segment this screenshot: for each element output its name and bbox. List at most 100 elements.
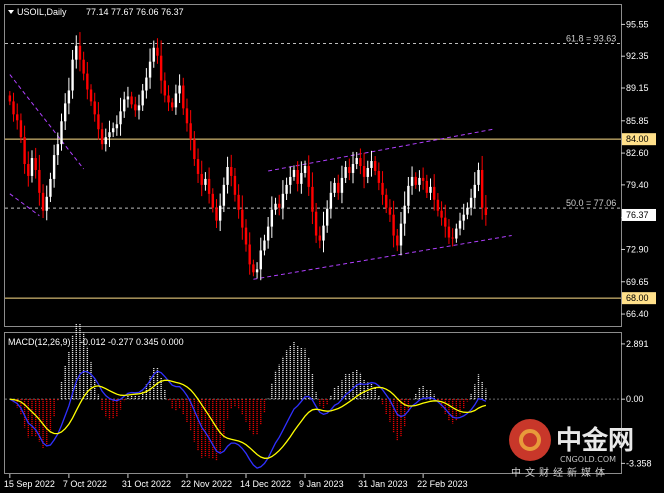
macd-axis-label: 0.00 <box>626 394 644 404</box>
candle-body <box>337 182 340 193</box>
main-panel-frame <box>4 4 622 327</box>
candle-body <box>215 207 218 221</box>
candle-body <box>303 166 307 173</box>
date-axis-label: 31 Oct 2022 <box>122 479 171 489</box>
price-axis-label: 95.55 <box>626 19 649 29</box>
date-axis-label: 22 Feb 2023 <box>417 479 468 489</box>
price-axis-label: 82.60 <box>626 148 649 158</box>
candle-body <box>178 85 181 94</box>
candle-body <box>340 177 344 193</box>
candle-body <box>115 124 119 129</box>
candle-body <box>436 199 440 211</box>
candle-body <box>167 95 170 103</box>
price-axis-label: 92.35 <box>626 51 649 61</box>
price-axis-label: 89.15 <box>626 83 649 93</box>
candle-body <box>285 184 288 194</box>
candle-body <box>351 164 355 173</box>
trend-channel-line <box>9 193 40 217</box>
ohlc-readout: 77.14 77.67 76.06 76.37 <box>86 7 184 17</box>
candle-body <box>204 178 207 185</box>
candle-body <box>462 214 465 221</box>
candle-body <box>156 47 159 56</box>
trend-channel-line <box>268 128 494 172</box>
price-axis-label: 79.40 <box>626 180 649 190</box>
candle-body <box>23 137 26 165</box>
candle-body <box>159 55 163 81</box>
candle-body <box>469 197 473 208</box>
candle-body <box>163 80 167 96</box>
candle-body <box>348 166 351 173</box>
candle-body <box>407 185 410 206</box>
candle-body <box>447 226 451 238</box>
candle-body <box>366 167 369 177</box>
candle-body <box>241 209 244 228</box>
candle-body <box>16 114 19 121</box>
candle-body <box>325 208 329 226</box>
date-axis-label: 31 Jan 2023 <box>358 479 408 489</box>
candle-body <box>248 244 251 265</box>
candle-body <box>211 193 214 208</box>
candle-body <box>49 178 52 197</box>
candle-body <box>480 169 484 208</box>
candle-body <box>137 105 141 111</box>
candle-body <box>266 226 270 241</box>
candle-body <box>396 235 399 246</box>
collapse-triangle-icon[interactable] <box>8 10 14 14</box>
macd-signal-line <box>9 379 487 459</box>
candle-body <box>34 158 37 170</box>
candle-body <box>119 111 122 125</box>
candle-body <box>300 172 303 184</box>
candle-body <box>193 139 196 160</box>
watermark-logo: 中金网 CNGOLD.COM 中文财经新媒体 <box>509 419 634 479</box>
price-axis-label: 69.65 <box>626 277 649 287</box>
candle-body <box>89 89 93 102</box>
candle-body <box>466 207 469 215</box>
candle-body <box>421 177 425 181</box>
macd-main-line <box>9 370 487 469</box>
date-axis-label: 7 Oct 2022 <box>63 479 107 489</box>
candle-body <box>30 158 34 176</box>
candle-body <box>171 102 174 108</box>
candle-body <box>388 207 392 215</box>
candle-body <box>126 96 130 100</box>
fib-level-label: 61.8 = 93.63 <box>566 33 616 43</box>
macd-axis-label: -3.358 <box>626 458 652 468</box>
candle-body <box>270 209 274 227</box>
candle-body <box>392 214 395 236</box>
candle-body <box>189 123 192 140</box>
candle-body <box>27 164 30 176</box>
candle-body <box>259 250 262 270</box>
candle-body <box>52 155 56 179</box>
candle-body <box>86 73 89 90</box>
candle-body <box>263 240 266 251</box>
candle-body <box>174 93 178 108</box>
candle-body <box>455 228 458 239</box>
candle-body <box>134 104 137 111</box>
candle-body <box>289 176 292 185</box>
macd-values: -0.012 -0.277 0.345 0.000 <box>80 337 184 347</box>
candle-body <box>19 120 23 138</box>
chart-canvas: 中金网 CNGOLD.COM 中文财经新媒体 61.8 = 93.63 50.0 … <box>4 4 656 489</box>
candle-body <box>71 59 74 91</box>
date-axis-label: 14 Dec 2022 <box>240 479 291 489</box>
candle-body <box>111 128 115 133</box>
candle-body <box>56 144 60 156</box>
candle-body <box>145 77 148 91</box>
candle-body <box>244 227 248 245</box>
macd-label: MACD(12,26,9) <box>8 337 71 347</box>
candle-body <box>429 186 432 193</box>
candle-body <box>130 96 133 105</box>
watermark-en: CNGOLD.COM <box>560 455 616 464</box>
candle-body <box>399 223 403 246</box>
candle-body <box>418 177 421 185</box>
candle-body <box>473 184 476 198</box>
current-price-tag: 76.37 <box>626 210 649 220</box>
candle-body <box>278 203 281 208</box>
symbol-label: USOIL,Daily <box>17 7 67 17</box>
candle-body <box>381 182 384 195</box>
candle-body <box>296 169 299 184</box>
candle-body <box>152 47 155 62</box>
candle-body <box>185 108 189 124</box>
candle-body <box>322 225 325 241</box>
candle-body <box>97 114 100 130</box>
